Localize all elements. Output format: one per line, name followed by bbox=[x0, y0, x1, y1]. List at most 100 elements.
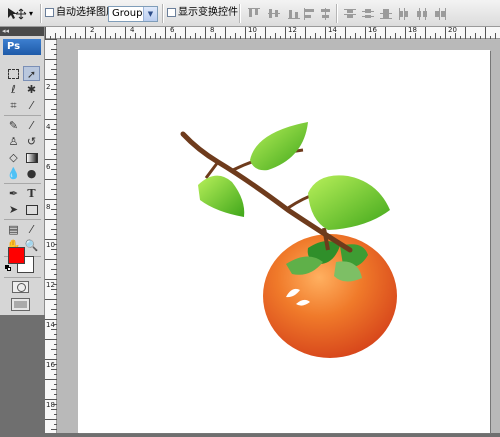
dodge-tool[interactable]: ● bbox=[23, 166, 40, 181]
distribute-hcenter-button[interactable] bbox=[414, 6, 430, 21]
stamp-tool[interactable]: ♙ bbox=[5, 134, 22, 149]
eyedropper-icon: ⁄ bbox=[30, 99, 33, 112]
distribute-top-button[interactable] bbox=[342, 6, 358, 21]
separator bbox=[162, 4, 164, 23]
marquee-icon bbox=[8, 69, 19, 79]
chevron-down-icon: ▼ bbox=[143, 7, 157, 21]
align-vcenter-button[interactable] bbox=[266, 6, 282, 21]
options-bar: ▾ 自动选择图层 Group ▼ 显示变换控件 bbox=[0, 0, 500, 27]
quick-mask-button[interactable] bbox=[12, 281, 29, 293]
lasso-icon: ℓ bbox=[11, 83, 16, 96]
persimmon-artwork bbox=[180, 122, 397, 358]
screen-mode-icon bbox=[14, 301, 27, 308]
divider bbox=[4, 183, 41, 184]
ruler-label: 4 bbox=[130, 26, 135, 34]
tool-preset-picker[interactable]: ▾ bbox=[3, 4, 37, 23]
path-select-icon: ➤ bbox=[8, 203, 19, 216]
rectangle-tool[interactable] bbox=[23, 202, 40, 217]
show-transform-checkbox[interactable] bbox=[167, 8, 176, 17]
distribute-vcenter-button[interactable] bbox=[360, 6, 376, 21]
history-brush-tool[interactable]: ↺ bbox=[23, 134, 40, 149]
ruler-label: 10 bbox=[46, 241, 55, 249]
eyedropper-2-tool[interactable]: ⁄ bbox=[23, 222, 40, 237]
eraser-icon: ◇ bbox=[9, 151, 18, 164]
notes-icon: ▤ bbox=[8, 223, 19, 236]
ruler-ticks bbox=[45, 39, 57, 430]
type-tool[interactable]: T bbox=[23, 186, 40, 201]
stamp-icon: ♙ bbox=[8, 135, 19, 148]
path-select-tool[interactable]: ➤ bbox=[5, 202, 22, 217]
twig bbox=[204, 161, 220, 179]
ruler-label: 8 bbox=[210, 26, 215, 34]
default-colors-icon[interactable] bbox=[5, 265, 11, 271]
blur-icon: 💧 bbox=[6, 167, 21, 180]
foreground-color-swatch[interactable] bbox=[8, 247, 25, 264]
separator bbox=[40, 4, 42, 23]
divider bbox=[4, 277, 41, 278]
zoom-icon: 🔍 bbox=[24, 239, 39, 252]
auto-select-dropdown[interactable]: Group ▼ bbox=[108, 6, 158, 22]
divider bbox=[4, 115, 41, 116]
auto-select-checkbox[interactable] bbox=[45, 8, 54, 17]
move-tool[interactable]: ➚ bbox=[23, 66, 40, 81]
chevron-down-icon: ▾ bbox=[29, 9, 34, 18]
auto-select-label: 自动选择图层 bbox=[56, 7, 116, 18]
gradient-tool[interactable] bbox=[23, 150, 40, 165]
ruler-label: 20 bbox=[448, 26, 457, 34]
brush-icon: ⁄ bbox=[30, 119, 33, 132]
lasso-tool[interactable]: ℓ bbox=[5, 82, 22, 97]
marquee-tool[interactable] bbox=[5, 66, 22, 81]
ruler-label: 6 bbox=[46, 163, 51, 171]
ruler-label: 10 bbox=[248, 26, 257, 34]
ruler-label: 16 bbox=[46, 361, 55, 369]
separator bbox=[239, 4, 241, 23]
distribute-left-button[interactable] bbox=[396, 6, 412, 21]
auto-select-value: Group bbox=[112, 8, 143, 19]
crop-tool[interactable]: ⌗ bbox=[5, 98, 22, 113]
ruler-label: 8 bbox=[46, 203, 51, 211]
distribute-right-button[interactable] bbox=[432, 6, 448, 21]
pen-tool[interactable]: ✒ bbox=[5, 186, 22, 201]
zoom-tool[interactable]: 🔍 bbox=[23, 238, 40, 253]
eraser-tool[interactable]: ◇ bbox=[5, 150, 22, 165]
blur-tool[interactable]: 💧 bbox=[5, 166, 22, 181]
align-bottom-button[interactable] bbox=[286, 6, 302, 21]
dodge-icon: ● bbox=[26, 167, 37, 180]
leaf bbox=[308, 175, 390, 230]
ruler-label: 18 bbox=[408, 26, 417, 34]
notes-tool[interactable]: ▤ bbox=[5, 222, 22, 237]
screen-mode-button[interactable] bbox=[11, 298, 30, 311]
ruler-label: 16 bbox=[368, 26, 377, 34]
pen-icon: ✒ bbox=[8, 187, 19, 200]
ruler-label: 4 bbox=[46, 123, 51, 131]
gradient-icon bbox=[25, 153, 38, 163]
app-badge: Ps bbox=[3, 39, 41, 55]
canvas-area[interactable] bbox=[57, 39, 500, 433]
move-icon bbox=[8, 8, 27, 20]
ruler-label: 6 bbox=[170, 26, 175, 34]
ruler-label: 18 bbox=[46, 401, 55, 409]
vertical-ruler: 2 4 6 8 10 12 14 16 18 bbox=[45, 39, 57, 433]
align-hcenter-button[interactable] bbox=[318, 6, 334, 21]
healing-tool[interactable]: ✎ bbox=[5, 118, 22, 133]
distribute-bottom-button[interactable] bbox=[378, 6, 394, 21]
panel-collapse-arrows[interactable]: ◂◂ bbox=[0, 27, 44, 36]
leaf bbox=[250, 122, 308, 171]
brush-tool[interactable]: ⁄ bbox=[23, 118, 40, 133]
eyedropper-2-icon: ⁄ bbox=[30, 223, 33, 236]
document-canvas[interactable] bbox=[78, 50, 490, 433]
separator bbox=[336, 4, 338, 23]
tools-panel: ◂◂ Ps ➚ ℓ ✱ ⌗ ⁄ ✎ ⁄ ♙ ↺ ◇ 💧 ● ✒ T ➤ ▤ ⁄ … bbox=[0, 27, 45, 315]
divider bbox=[4, 219, 41, 220]
align-top-button[interactable] bbox=[246, 6, 262, 21]
healing-icon: ✎ bbox=[8, 119, 19, 132]
show-transform-label: 显示变换控件 bbox=[178, 7, 238, 18]
move-icon: ➚ bbox=[26, 68, 37, 81]
align-left-button[interactable] bbox=[302, 6, 318, 21]
ruler-label: 2 bbox=[90, 26, 95, 34]
type-icon: T bbox=[27, 187, 36, 200]
rectangle-icon bbox=[25, 205, 38, 215]
magic-wand-tool[interactable]: ✱ bbox=[23, 82, 40, 97]
eyedropper-tool[interactable]: ⁄ bbox=[23, 98, 40, 113]
ruler-label: 2 bbox=[46, 83, 51, 91]
